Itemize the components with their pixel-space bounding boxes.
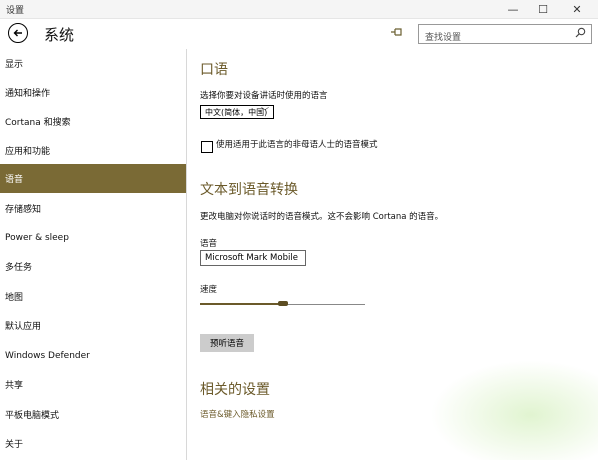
voice-select[interactable]: Microsoft Mark Mobile xyxy=(200,250,306,266)
background-glow xyxy=(430,360,598,460)
related-settings-title: 相关的设置 xyxy=(200,382,270,398)
sidebar-item-default-apps[interactable]: 默认应用 xyxy=(0,311,186,340)
sidebar-item-apps[interactable]: 应用和功能 xyxy=(0,136,186,165)
search-field[interactable] xyxy=(418,24,592,46)
window-titlebar: 设置 — ☐ ✕ xyxy=(0,0,598,19)
back-arrow-icon[interactable] xyxy=(8,23,28,43)
speed-slider-thumb[interactable] xyxy=(278,301,288,306)
page-title: 系统 xyxy=(44,26,75,44)
sidebar-item-multitasking[interactable]: 多任务 xyxy=(0,252,186,281)
chevron-down-icon: ﹀ xyxy=(261,107,269,116)
sidebar-item-sharing[interactable]: 共享 xyxy=(0,370,186,399)
speech-section-title: 口语 xyxy=(200,62,228,78)
sidebar-item-defender[interactable]: Windows Defender xyxy=(0,341,186,370)
speed-slider-fill xyxy=(200,303,283,305)
window-title: 设置 xyxy=(6,6,25,16)
maximize-button[interactable]: ☐ xyxy=(528,0,558,18)
tts-section-title: 文本到语音转换 xyxy=(200,182,298,198)
sidebar-item-about[interactable]: 关于 xyxy=(0,429,186,458)
back-arrow-glyph xyxy=(13,29,22,37)
speed-label: 速度 xyxy=(200,285,218,295)
privacy-settings-link[interactable]: 语音&键入隐私设置 xyxy=(200,408,275,420)
app-header: 系统 xyxy=(0,19,598,49)
nonnative-checkbox-label: 使用适用于此语言的非母语人士的语音模式 xyxy=(216,140,378,150)
sidebar-item-storage[interactable]: 存储感知 xyxy=(0,194,186,223)
speech-language-select[interactable]: 中文(简体，中国) ﹀ xyxy=(200,105,274,119)
preview-voice-button[interactable]: 预听语音 xyxy=(200,334,254,352)
sidebar-item-maps[interactable]: 地图 xyxy=(0,282,186,311)
sidebar-item-speech[interactable]: 语音 xyxy=(0,164,186,193)
close-button[interactable]: ✕ xyxy=(562,0,592,18)
language-prompt-label: 选择你要对设备讲话时使用的语言 xyxy=(200,91,328,101)
sidebar-item-tablet-mode[interactable]: 平板电脑模式 xyxy=(0,400,186,429)
sidebar-item-display[interactable]: 显示 xyxy=(0,49,186,78)
voice-select-value: Microsoft Mark Mobile xyxy=(205,253,298,263)
minimize-button[interactable]: — xyxy=(498,0,528,18)
sidebar-item-power[interactable]: Power & sleep xyxy=(0,223,186,252)
voice-label: 语音 xyxy=(200,239,218,249)
search-input[interactable] xyxy=(419,30,573,46)
sidebar-item-cortana[interactable]: Cortana 和搜索 xyxy=(0,107,186,136)
nonnative-checkbox[interactable] xyxy=(201,141,213,153)
sidebar-nav: 显示 通知和操作 Cortana 和搜索 应用和功能 语音 存储感知 Power… xyxy=(0,49,187,460)
search-icon[interactable] xyxy=(575,27,586,41)
sidebar-item-notifications[interactable]: 通知和操作 xyxy=(0,78,186,107)
pin-icon[interactable] xyxy=(390,26,404,40)
speech-language-value: 中文(简体，中国) xyxy=(205,107,268,117)
tts-description: 更改电脑对你说话时的语音模式。这不会影响 Cortana 的语音。 xyxy=(200,212,444,222)
